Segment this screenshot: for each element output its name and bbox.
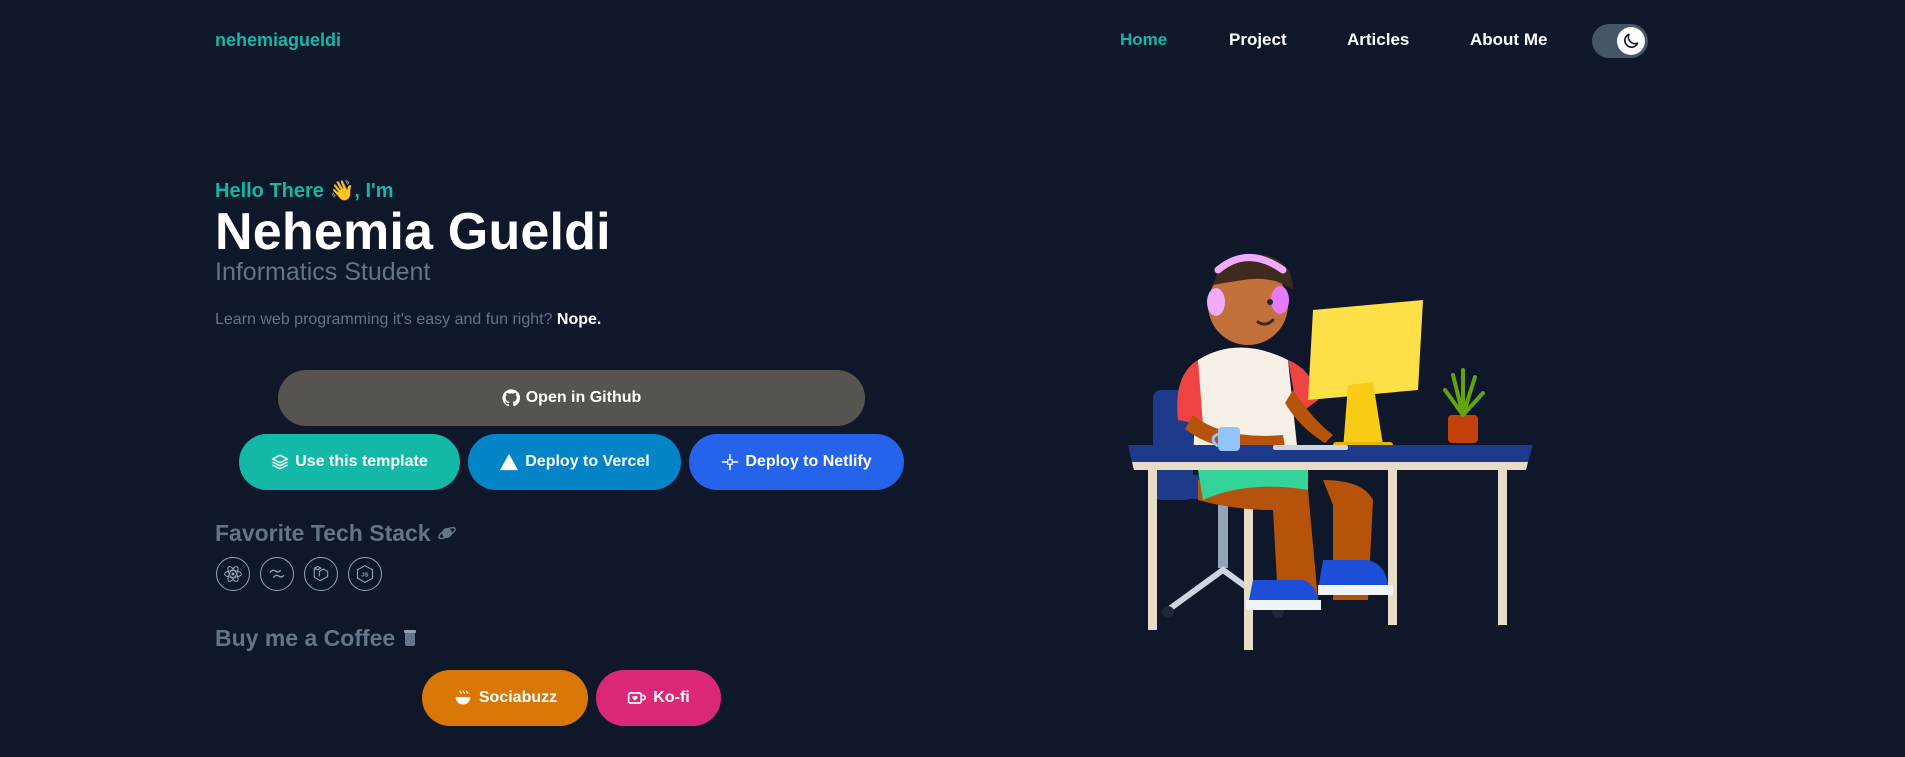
open-in-github-button[interactable]: Open in Github xyxy=(278,370,865,426)
tech-stack-heading: Favorite Tech Stack xyxy=(215,520,457,547)
netlify-button-label: Deploy to Netlify xyxy=(745,453,872,470)
toggle-knob xyxy=(1617,27,1645,55)
vercel-button-label: Deploy to Vercel xyxy=(525,453,650,470)
sociabuzz-label: Sociabuzz xyxy=(478,689,558,706)
planet-icon xyxy=(438,526,456,540)
hero-tagline: Learn web programming it's easy and fun … xyxy=(215,311,601,329)
deploy-vercel-button[interactable]: Deploy to Vercel xyxy=(468,434,681,490)
theme-toggle[interactable] xyxy=(1592,24,1648,58)
kofi-button[interactable]: Ko-fi xyxy=(596,670,721,726)
react-icon xyxy=(216,557,250,591)
github-icon xyxy=(502,389,520,407)
netlify-icon xyxy=(722,453,739,471)
vercel-icon xyxy=(500,453,519,471)
nav-link-about[interactable]: About Me xyxy=(1470,30,1547,50)
coffee-bowl-icon xyxy=(455,690,471,705)
hero-name: Nehemia Gueldi xyxy=(215,203,611,261)
coffee-title: Buy me a Coffee xyxy=(215,625,396,651)
sociabuzz-button[interactable]: Sociabuzz xyxy=(422,670,588,726)
github-button-label: Open in Github xyxy=(525,389,642,406)
coffee-cup-icon xyxy=(403,630,416,646)
use-template-button[interactable]: Use this template xyxy=(239,434,460,490)
tagline-text: Learn web programming it's easy and fun … xyxy=(215,311,553,328)
tagline-strong: Nope. xyxy=(556,311,602,328)
hero-role: Informatics Student xyxy=(215,258,431,286)
svg-text:JS: JS xyxy=(361,573,368,579)
tech-stack-title: Favorite Tech Stack xyxy=(215,520,431,546)
moon-icon xyxy=(1624,33,1639,48)
page: nehemiagueldi Home Project Articles Abou… xyxy=(0,0,1905,757)
tailwind-icon xyxy=(260,557,294,591)
nav-link-project[interactable]: Project xyxy=(1229,30,1287,50)
kofi-cup-icon xyxy=(628,692,647,704)
coffee-heading: Buy me a Coffee xyxy=(215,625,418,652)
nodejs-icon: JS xyxy=(348,557,382,591)
nav-link-home[interactable]: Home xyxy=(1120,30,1167,50)
deploy-netlify-button[interactable]: Deploy to Netlify xyxy=(689,434,904,490)
layers-icon xyxy=(272,454,289,470)
hero-greeting: Hello There 👋, I'm xyxy=(215,180,394,202)
kofi-label: Ko-fi xyxy=(653,689,690,706)
developer-illustration xyxy=(1128,254,1533,650)
template-button-label: Use this template xyxy=(295,453,428,470)
laravel-icon xyxy=(304,557,338,591)
nav-link-articles[interactable]: Articles xyxy=(1347,30,1409,50)
